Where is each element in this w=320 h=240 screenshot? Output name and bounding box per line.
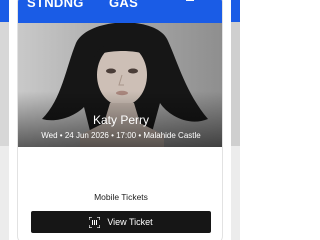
ticket-card[interactable]: STNDNG GAS Katy Perry Wed • 24 Jun 2026 … — [17, 0, 223, 240]
artist-photo — [18, 23, 222, 147]
next-card-header — [231, 0, 240, 22]
view-ticket-label: View Ticket — [107, 217, 153, 227]
brand-secondary-logo: GAS — [109, 0, 139, 10]
next-card-image — [231, 22, 240, 146]
view-ticket-button[interactable]: View Ticket — [31, 211, 211, 233]
artist-name: Katy Perry — [92, 113, 149, 127]
card-header: STNDNG GAS — [18, 0, 222, 23]
qr-code-icon — [89, 216, 101, 228]
previous-card-peek[interactable] — [0, 0, 9, 240]
next-card-peek[interactable] — [231, 0, 240, 240]
brand-logo: STNDNG — [27, 0, 84, 10]
previous-card-header — [0, 0, 9, 22]
event-image: Katy Perry Wed • 24 Jun 2026 • 17:00 • M… — [18, 23, 222, 147]
menu-icon[interactable] — [186, 0, 194, 1]
tickets-type-label: Mobile Tickets — [94, 192, 148, 202]
event-details: Wed • 24 Jun 2026 • 17:00 • Malahide Cas… — [41, 131, 201, 140]
previous-card-image — [0, 22, 9, 146]
